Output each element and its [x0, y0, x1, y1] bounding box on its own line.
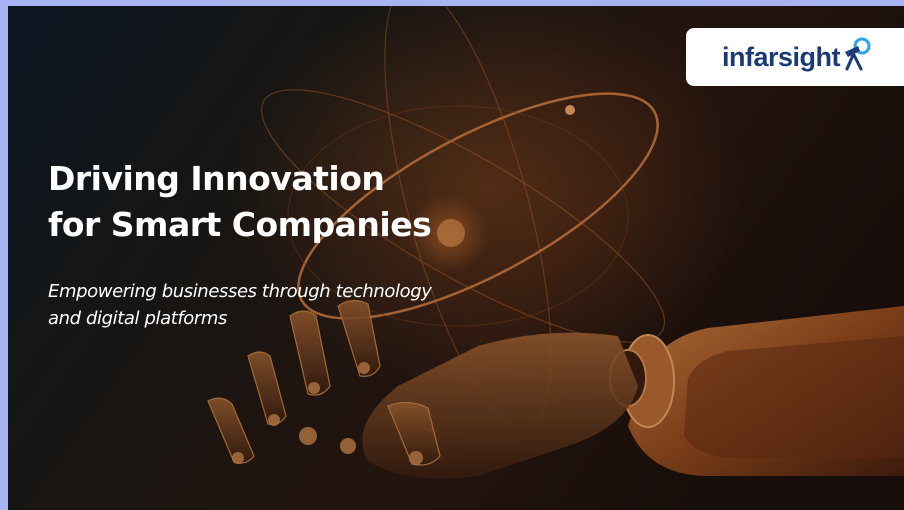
brand-logo-text: infarsight [722, 41, 841, 72]
telescope-icon [845, 37, 871, 71]
headline-line-2: for Smart Companies [48, 205, 432, 244]
subhead-line-1: Empowering businesses through technology [48, 281, 432, 302]
slide-frame: infarsight Driving Innovation for Smart … [8, 6, 904, 510]
subtitle: Empowering businesses through technology… [48, 278, 432, 332]
brand-logo[interactable]: infarsight [686, 28, 904, 86]
page-title: Driving Innovation for Smart Companies [48, 156, 432, 248]
subhead-line-2: and digital platforms [48, 308, 228, 329]
headline-line-1: Driving Innovation [48, 159, 385, 198]
